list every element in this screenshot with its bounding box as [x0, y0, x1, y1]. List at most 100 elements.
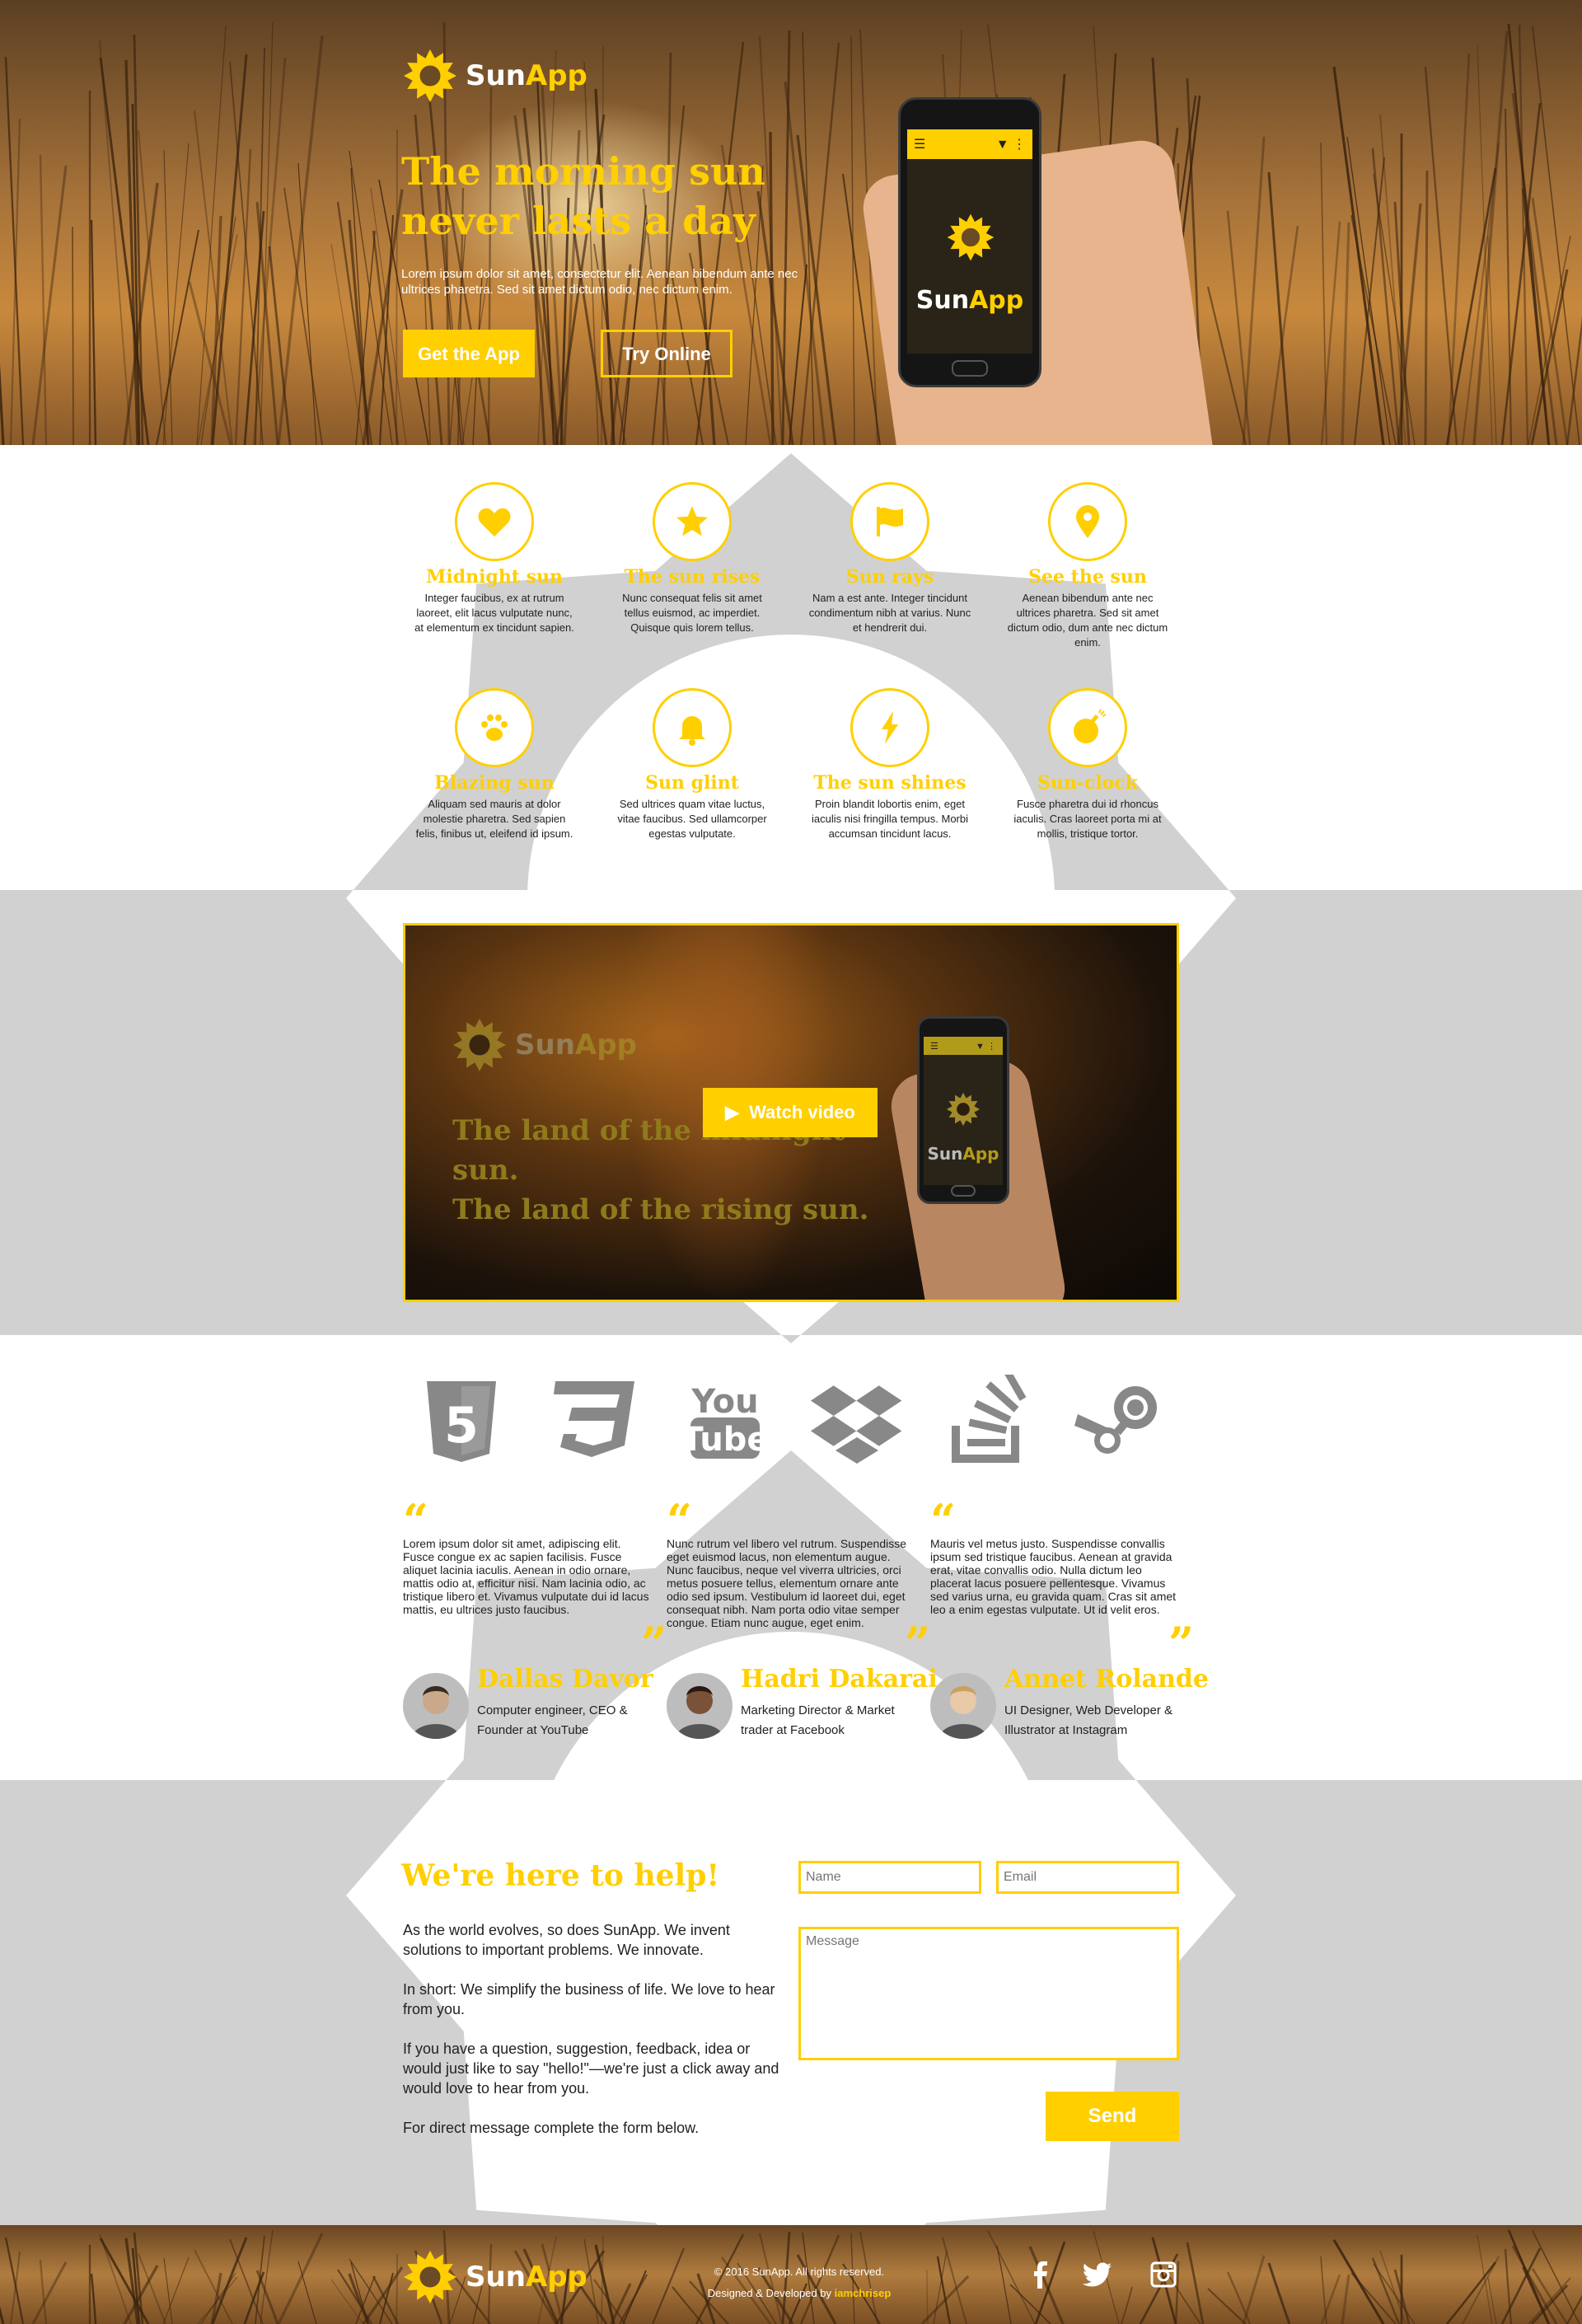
play-icon: ▶: [725, 1102, 740, 1122]
heart-icon-badge: [455, 482, 534, 561]
sun-logo-icon: [453, 1019, 506, 1071]
twitter-icon[interactable]: [1081, 2258, 1114, 2291]
bell-icon: [679, 716, 705, 746]
bell-icon-badge: [653, 688, 732, 767]
css3-icon[interactable]: [544, 1375, 643, 1465]
testimonial-quote: “Mauris vel metus justo. Suspendisse con…: [930, 1494, 1177, 1616]
sun-logo-icon: [404, 2251, 456, 2303]
dropbox-icon[interactable]: [807, 1375, 906, 1465]
footer: SunApp © 2016 SunApp. All rights reserve…: [0, 2225, 1582, 2324]
close-quote-icon: ”: [1168, 1617, 1194, 1670]
feature-title: See the sun: [1028, 566, 1147, 588]
features-section: Midnight sun Integer faucibus, ex at rutr…: [0, 445, 1582, 890]
paw-icon: [481, 715, 508, 741]
flag-icon: [877, 507, 903, 536]
feature-title: Midnight sun: [425, 566, 564, 588]
menu-icon: ☰: [914, 138, 926, 152]
feature-item: The sun rises Nunc consequat felis sit am…: [610, 482, 775, 635]
quote-text: Mauris vel metus justo. Suspendisse conv…: [930, 1537, 1177, 1616]
feature-item: Sun rays Nam a est ante. Integer tincidun…: [807, 482, 972, 635]
contact-copy: As the world evolves, so does SunApp. We…: [403, 1922, 779, 2136]
feature-text: Aenean bibendum ante nec ultrices pharet…: [1007, 592, 1168, 649]
video-player[interactable]: SunApp The land of the midnight sun. The…: [403, 923, 1179, 1302]
developer-link[interactable]: iamchrisep: [835, 2287, 892, 2299]
close-quote-icon: ”: [640, 1617, 667, 1670]
paw-icon-badge: [455, 688, 534, 767]
hero-phone: ☰ ▼ ⋮ SunApp: [898, 97, 1041, 387]
close-quote-icon: ”: [904, 1617, 930, 1670]
stackoverflow-icon[interactable]: [939, 1375, 1038, 1465]
feature-text: Fusce pharetra dui id rhoncus iaculis. C…: [1013, 798, 1162, 840]
map-pin-icon: [1076, 505, 1099, 538]
feature-title: The sun shines: [813, 772, 967, 794]
copyright: © 2016 SunApp. All rights reserved. Desi…: [707, 2265, 892, 2299]
feature-title: Sun glint: [645, 772, 739, 794]
brand-logo[interactable]: SunApp: [401, 47, 587, 105]
feature-text: Aliquam sed mauris at dolor molestie pha…: [415, 798, 573, 840]
feature-text: Sed ultrices quam vitae luctus, vitae fa…: [617, 798, 767, 840]
message-textarea[interactable]: [798, 1927, 1179, 2060]
steam-icon[interactable]: [1071, 1375, 1170, 1465]
name-input[interactable]: [798, 1861, 981, 1894]
author-name: Dallas Davor: [477, 1665, 653, 1694]
svg-text:5: 5: [444, 1397, 479, 1455]
feature-item: The sun shines Proin blandit lobortis eni…: [807, 688, 972, 841]
footer-logo[interactable]: SunApp: [401, 2248, 587, 2306]
feature-title: Sun-clock: [1037, 772, 1139, 794]
youtube-icon[interactable]: You Tube: [676, 1375, 775, 1465]
feature-text: Integer faucibus, ex at rutrum laoreet, …: [414, 592, 574, 634]
testimonial-author: ” Dallas Davor Computer engineer, CEO & Fo…: [403, 1621, 667, 1739]
heart-icon: [478, 508, 511, 536]
author-role: Marketing Director & Market trader at Fa…: [741, 1703, 895, 1737]
open-quote-icon: “: [667, 1494, 693, 1547]
get-the-app-button[interactable]: Get the App: [403, 330, 535, 377]
lightning-icon-badge: [850, 688, 929, 767]
sun-logo-icon: [947, 213, 995, 261]
feature-title: Sun rays: [845, 566, 934, 588]
feature-text: Nunc consequat felis sit amet tellus eui…: [622, 592, 762, 634]
contact-section: We're here to help! As the world evolves…: [0, 1780, 1582, 2225]
try-online-button[interactable]: Try Online: [601, 330, 732, 377]
contact-heading: We're here to help!: [401, 1858, 720, 1893]
feature-text: Proin blandit lobortis enim, eget iaculi…: [811, 798, 968, 840]
feature-title: The sun rises: [624, 566, 761, 588]
author-name: Hadri Dakarai: [741, 1665, 938, 1694]
feature-item: Midnight sun Integer faucibus, ex at rutr…: [412, 482, 577, 635]
feature-item: See the sun Aenean bibendum ante nec ultr…: [1005, 482, 1170, 650]
quote-text: Lorem ipsum dolor sit amet, adipiscing e…: [403, 1537, 649, 1616]
svg-text:Tube: Tube: [681, 1421, 769, 1459]
lightning-icon: [882, 711, 898, 744]
html5-icon[interactable]: 5: [412, 1375, 511, 1465]
svg-text:You: You: [690, 1383, 758, 1421]
feature-item: Blazing sun Aliquam sed mauris at dolor m…: [412, 688, 577, 841]
map-pin-icon-badge: [1048, 482, 1127, 561]
video-phone: ☰ ▼ ⋮ SunApp: [917, 1016, 1009, 1204]
filter-icon: ▼ ⋮: [995, 138, 1026, 152]
watch-video-button[interactable]: ▶ Watch video: [703, 1088, 878, 1137]
video-logo: SunApp: [451, 1016, 637, 1074]
testimonial-author: ” Annet Rolande UI Designer, Web Developer…: [930, 1621, 1209, 1739]
hero-section: SunApp The morning sun never lasts a day …: [0, 0, 1582, 445]
quote-text: Nunc rutrum vel libero vel rutrum. Suspe…: [667, 1537, 907, 1629]
sun-logo-icon: [404, 49, 456, 102]
star-icon-badge: [653, 482, 732, 561]
star-icon: [676, 506, 708, 536]
facebook-icon[interactable]: [1023, 2258, 1056, 2291]
hero-description: Lorem ipsum dolor sit amet, consectetur …: [401, 267, 798, 297]
feature-item: Sun-clock Fusce pharetra dui id rhoncus i…: [1005, 688, 1170, 841]
feature-item: Sun glint Sed ultrices quam vitae luctus,…: [610, 688, 775, 841]
send-button[interactable]: Send: [1046, 2092, 1179, 2141]
feature-title: Blazing sun: [434, 772, 555, 794]
testimonial-quote: “Nunc rutrum vel libero vel rutrum. Susp…: [667, 1494, 914, 1629]
avatar: [403, 1673, 469, 1739]
avatar: [667, 1673, 732, 1739]
email-input[interactable]: [996, 1861, 1179, 1894]
instagram-icon[interactable]: [1147, 2258, 1180, 2291]
flag-icon-badge: [850, 482, 929, 561]
avatar: [930, 1673, 996, 1739]
testimonials-section: 5 You Tube “ Lorem ipsum dolor sit amet, ad…: [0, 1335, 1582, 1780]
author-role: Computer engineer, CEO & Founder at YouT…: [477, 1703, 628, 1737]
testimonial-author: ” Hadri Dakarai Marketing Director & Marke…: [667, 1621, 938, 1739]
open-quote-icon: “: [930, 1494, 957, 1547]
video-section: SunApp The land of the midnight sun. The…: [0, 890, 1582, 1335]
